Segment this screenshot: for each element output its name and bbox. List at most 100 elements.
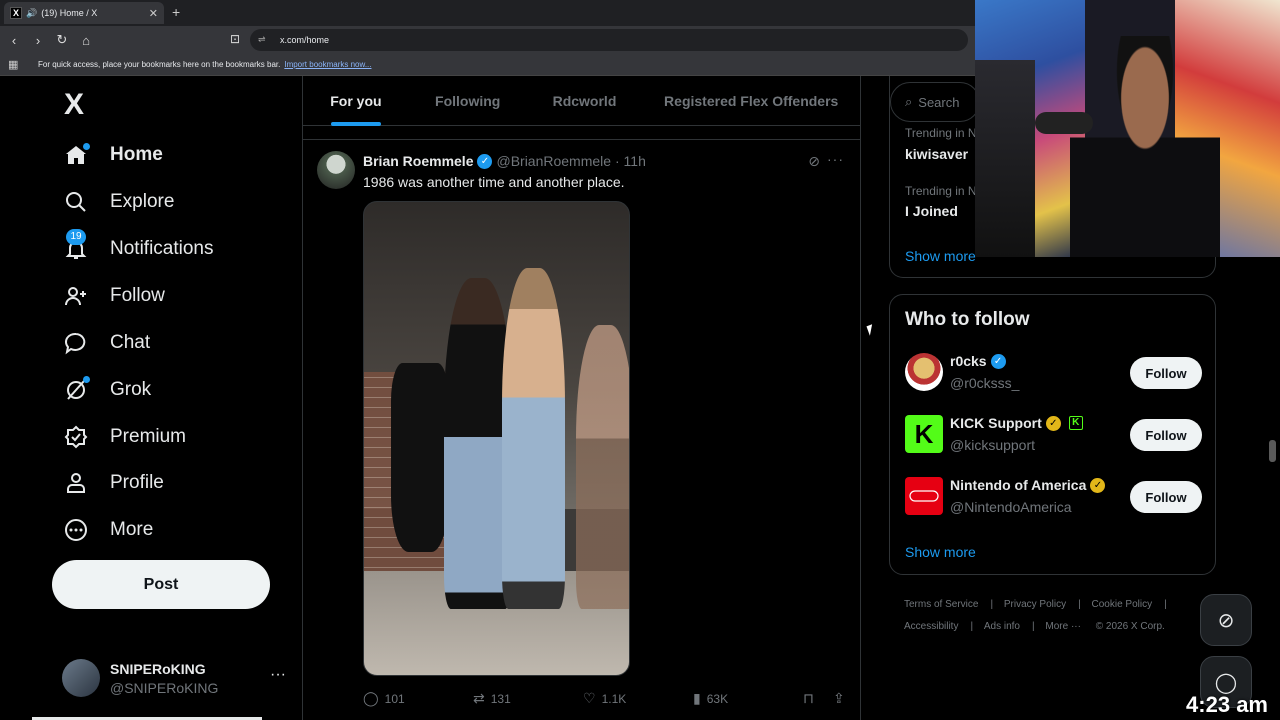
x-logo-icon[interactable]: X (64, 88, 84, 122)
tab-registered-flex-offenders[interactable]: Registered Flex Offenders (642, 76, 860, 126)
speaker-icon[interactable]: 🔊 (26, 8, 37, 19)
kick-logo-icon[interactable]: K (905, 415, 943, 453)
account-switcher[interactable]: SNIPERoKING @SNIPERoKING ··· (62, 656, 290, 700)
import-bookmarks-link[interactable]: Import bookmarks now... (284, 60, 371, 69)
browser-tab-bar: X 🔊 (19) Home / X ✕ + (0, 0, 975, 26)
show-more-link[interactable]: Show more (905, 248, 976, 264)
footer-link[interactable]: Terms of Service (904, 599, 978, 610)
tweet-author-handle[interactable]: @BrianRoemmele (496, 153, 611, 169)
trend-name[interactable]: I Joined (905, 203, 958, 219)
sidebar-item-premium[interactable]: Premium (62, 417, 186, 457)
timeline-tabs: For you Following Rdcworld Registered Fl… (303, 76, 860, 126)
share-button[interactable]: ⇪ (833, 690, 845, 707)
bookmark-button[interactable]: ⊓ (803, 690, 814, 707)
like-button[interactable]: ♡ 1.1K (583, 690, 626, 707)
sidebar-item-label: Premium (110, 426, 187, 447)
sidebar-item-chat[interactable]: Chat (62, 323, 150, 363)
sidebar-item-explore[interactable]: Explore (62, 182, 174, 222)
more-circle-icon (62, 516, 90, 544)
footer-link[interactable]: Ads info (984, 621, 1020, 632)
tab-for-you[interactable]: For you (303, 76, 409, 126)
streamer (1070, 36, 1220, 257)
footer-link[interactable]: More ··· (1045, 621, 1081, 632)
browser-tab[interactable]: X 🔊 (19) Home / X ✕ (4, 2, 164, 24)
bookmark-icon: ⊓ (803, 690, 814, 706)
grok-icon[interactable]: ⊘ (808, 153, 820, 170)
suggestion-handle: @r0cksss_ (950, 375, 1020, 391)
like-count: 1.1K (601, 691, 627, 706)
sidebar-item-more[interactable]: More (62, 510, 153, 550)
person-icon (62, 469, 90, 497)
tweet-author-name[interactable]: Brian Roemmele (363, 153, 473, 169)
tab-label: For you (330, 93, 382, 109)
webcam-overlay (975, 0, 1280, 257)
gold-verified-badge-icon: ✓ (1090, 477, 1106, 493)
tweet-video[interactable] (363, 201, 630, 676)
back-icon[interactable]: ‹ (4, 33, 24, 48)
nintendo-logo-icon[interactable] (905, 477, 943, 515)
suggestion-name: r0cks ✓ (950, 353, 1010, 369)
grok-float-button[interactable]: ⊘ (1200, 594, 1252, 646)
separator-dot: · (611, 153, 624, 169)
add-person-icon (62, 282, 90, 310)
show-more-link[interactable]: Show more (905, 544, 976, 560)
footer-link[interactable]: Accessibility (904, 621, 958, 632)
sidebar-item-profile[interactable]: Profile (62, 463, 164, 503)
reply-button[interactable]: ◯ 101 (363, 690, 405, 707)
tab-label: Registered Flex Offenders (664, 93, 839, 109)
panel-title: Who to follow (905, 309, 1030, 330)
footer-link[interactable]: Privacy Policy (1004, 599, 1066, 610)
follow-button[interactable]: Follow (1130, 481, 1202, 513)
copyright: © 2026 X Corp. (1095, 621, 1165, 632)
sidebar-item-follow[interactable]: Follow (62, 276, 165, 316)
account-handle: @SNIPERoKING (110, 679, 219, 696)
suggestion-name-text: Nintendo of America (950, 477, 1087, 493)
search-input[interactable]: ⌕ Search (890, 82, 980, 122)
tweet-author-avatar[interactable] (317, 151, 355, 189)
apps-grid-icon[interactable]: ▦ (8, 59, 20, 71)
trend-name[interactable]: kiwisaver (905, 146, 968, 162)
views-button[interactable]: ▮ 63K (693, 690, 728, 707)
who-to-follow-panel: Who to follow r0cks ✓ @r0cksss_ Follow K … (889, 294, 1216, 575)
affiliate-badge-icon: K (1068, 416, 1083, 430)
new-tab-icon[interactable]: + (172, 4, 180, 20)
avatar[interactable] (905, 353, 943, 391)
bookmarks-hint: For quick access, place your bookmarks h… (38, 60, 281, 69)
post-button[interactable]: Post (52, 560, 270, 609)
close-tab-icon[interactable]: ✕ (149, 7, 158, 20)
tab-following[interactable]: Following (409, 76, 527, 126)
sidebar-item-grok[interactable]: Grok (62, 370, 151, 410)
follow-button[interactable]: Follow (1130, 357, 1202, 389)
timeline: For you Following Rdcworld Registered Fl… (302, 76, 861, 720)
sidebar-item-label: More (110, 519, 154, 540)
more-dots-icon[interactable]: ··· (827, 151, 844, 167)
reload-icon[interactable]: ↻ (52, 32, 72, 48)
footer-link[interactable]: Cookie Policy (1092, 599, 1153, 610)
repost-button[interactable]: ⇄ 131 (473, 690, 511, 707)
repost-count: 131 (490, 691, 511, 706)
share-icon: ⇪ (833, 690, 845, 706)
follow-suggestion[interactable]: Nintendo of America ✓ @NintendoAmerica Fo… (905, 475, 1202, 519)
sidebar-item-home[interactable]: Home (62, 135, 163, 175)
suggestion-name: KICK Support ✓ K (950, 415, 1083, 431)
tweet-time[interactable]: 11h (624, 153, 646, 169)
follow-button[interactable]: Follow (1130, 419, 1202, 451)
bookmarks-bar: ▦ For quick access, place your bookmarks… (0, 54, 975, 76)
tab-rdcworld[interactable]: Rdcworld (527, 76, 643, 126)
sidebar-item-label: Explore (110, 191, 175, 212)
bookmark-page-icon[interactable]: ⊡ (230, 32, 240, 46)
sidebar-item-label: Notifications (110, 238, 214, 259)
suggestion-handle: @kicksupport (950, 437, 1036, 453)
sidebar-item-notifications[interactable]: 19 Notifications (62, 229, 214, 269)
follow-suggestion[interactable]: K KICK Support ✓ K @kicksupport Follow (905, 413, 1202, 457)
tab-title: (19) Home / X (41, 8, 98, 18)
address-bar[interactable]: ⇌ x.com/home (250, 29, 968, 51)
tweet[interactable]: Brian Roemmele ✓ @BrianRoemmele · 11h ⊘ … (303, 140, 860, 720)
avatar (62, 659, 100, 697)
site-info-icon[interactable]: ⇌ (258, 34, 266, 45)
home-button-icon[interactable]: ⌂ (76, 33, 96, 48)
more-dots-icon[interactable]: ··· (270, 666, 286, 684)
follow-suggestion[interactable]: r0cks ✓ @r0cksss_ Follow (905, 351, 1202, 395)
scrollbar-thumb[interactable] (1269, 440, 1276, 462)
forward-icon[interactable]: › (28, 33, 48, 48)
